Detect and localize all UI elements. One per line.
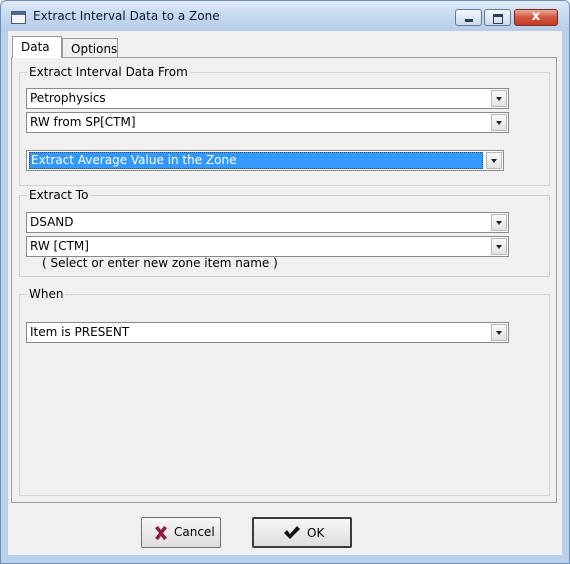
method-value: Extract Average Value in the Zone <box>29 152 483 169</box>
cancel-label: Cancel <box>174 525 215 539</box>
minimize-button[interactable] <box>455 9 482 26</box>
when-legend: When <box>27 287 66 301</box>
curve-value: RW from SP[CTM] <box>30 115 136 129</box>
extract-from-legend: Extract Interval Data From <box>27 65 190 79</box>
chevron-down-icon[interactable] <box>491 90 507 107</box>
close-icon: x <box>531 9 541 24</box>
dialog-window: Extract Interval Data to a Zone x Data O… <box>0 0 570 564</box>
chevron-down-icon[interactable] <box>491 238 507 255</box>
chevron-down-icon[interactable] <box>491 114 507 131</box>
checkmark-icon <box>284 526 300 539</box>
chevron-down-icon[interactable] <box>486 152 502 169</box>
method-combo[interactable]: Extract Average Value in the Zone <box>26 150 504 171</box>
close-button[interactable]: x <box>514 9 558 26</box>
curve-combo[interactable]: RW from SP[CTM] <box>26 112 509 133</box>
zone-combo[interactable]: DSAND <box>26 212 509 233</box>
tab-options[interactable]: Options <box>62 38 118 58</box>
dialog-client-area: Data Options Extract Interval Data From … <box>8 31 562 555</box>
chevron-down-icon[interactable] <box>491 324 507 341</box>
extract-to-group: Extract To DSAND RW [CTM] ( Select or en… <box>19 188 550 277</box>
zone-value: DSAND <box>30 215 74 229</box>
extract-from-group: Extract Interval Data From Petrophysics … <box>19 65 550 186</box>
x-icon <box>155 526 167 540</box>
chevron-down-icon[interactable] <box>491 214 507 231</box>
window-icon[interactable] <box>11 11 26 24</box>
ok-label: OK <box>307 526 325 540</box>
zone-item-value: RW [CTM] <box>30 239 89 253</box>
tab-data[interactable]: Data <box>12 36 62 58</box>
zone-item-hint: ( Select or enter new zone item name ) <box>42 256 278 270</box>
source-combo[interactable]: Petrophysics <box>26 88 509 109</box>
condition-combo[interactable]: Item is PRESENT <box>26 322 509 343</box>
ok-button[interactable]: OK <box>252 517 352 548</box>
window-title: Extract Interval Data to a Zone <box>33 9 220 23</box>
source-value: Petrophysics <box>30 91 106 105</box>
tab-options-label: Options <box>71 42 118 56</box>
extract-to-legend: Extract To <box>27 188 91 202</box>
title-bar[interactable]: Extract Interval Data to a Zone x <box>1 1 569 31</box>
tab-data-label: Data <box>21 40 50 54</box>
data-tab-panel: Extract Interval Data From Petrophysics … <box>11 57 557 503</box>
zone-item-combo[interactable]: RW [CTM] <box>26 236 509 257</box>
when-group: When Item is PRESENT <box>19 287 550 496</box>
cancel-button[interactable]: Cancel <box>141 517 221 548</box>
maximize-button[interactable] <box>484 9 511 26</box>
condition-value: Item is PRESENT <box>30 325 130 339</box>
